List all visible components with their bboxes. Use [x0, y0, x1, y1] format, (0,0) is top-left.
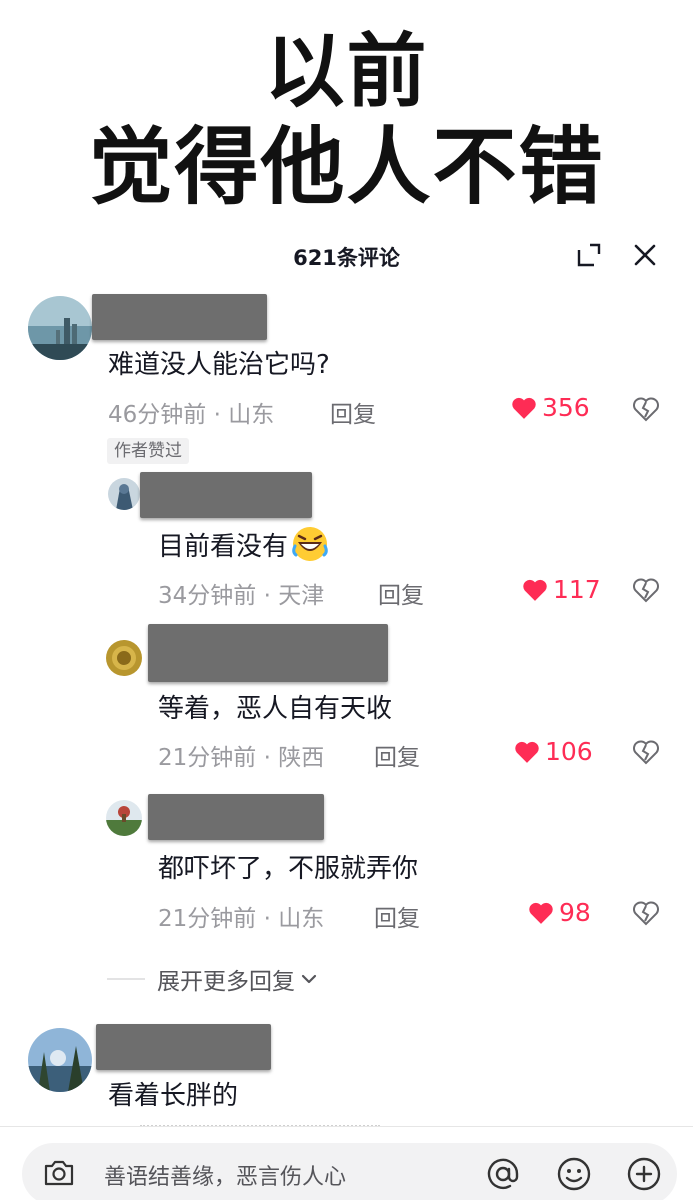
meta-separator: ·	[256, 583, 279, 609]
reply-text-content: 目前看没有	[158, 531, 289, 562]
like-button[interactable]: 117	[522, 575, 601, 604]
broken-heart-icon[interactable]	[632, 900, 660, 926]
like-count: 98	[559, 898, 591, 927]
emoji-icon[interactable]	[555, 1155, 593, 1193]
avatar[interactable]	[28, 296, 92, 360]
expand-more-label: 展开更多回复	[157, 969, 295, 995]
heart-icon	[523, 579, 547, 601]
comment-input-bar: 善语结善缘，恶言伤人心	[0, 1126, 693, 1200]
like-count: 117	[553, 575, 601, 604]
redacted-username	[140, 472, 312, 518]
reply-location: 天津	[278, 583, 325, 609]
meta-separator: ·	[256, 745, 279, 771]
reply-meta: 21分钟前 · 陕西	[158, 738, 324, 772]
avatar[interactable]	[108, 478, 140, 510]
redacted-username	[92, 294, 267, 340]
camera-icon[interactable]	[42, 1157, 76, 1189]
chevron-down-icon	[301, 974, 317, 984]
like-button[interactable]: 98	[528, 898, 591, 927]
headline-line-1: 以前	[264, 25, 429, 118]
comment-location: 山东	[228, 402, 275, 428]
reply-button[interactable]: 回复	[374, 899, 420, 933]
heart-icon	[529, 902, 553, 924]
reply-meta: 21分钟前 · 山东	[158, 899, 324, 933]
avatar[interactable]	[106, 800, 142, 836]
reply-location: 陕西	[278, 745, 325, 771]
reply-time: 34分钟前	[158, 583, 257, 609]
reply-time: 21分钟前	[158, 906, 257, 932]
comment-sheet-header: 621条评论	[0, 232, 693, 280]
meta-separator: ·	[256, 906, 279, 932]
reply-button[interactable]: 回复	[330, 395, 376, 429]
broken-heart-icon[interactable]	[632, 396, 660, 422]
meta-separator: ·	[206, 402, 229, 428]
comment-text: 难道没人能治它吗?	[108, 350, 330, 380]
broken-heart-icon[interactable]	[632, 739, 660, 765]
redacted-username	[148, 624, 388, 682]
input-placeholder: 善语结善缘，恶言伤人心	[104, 1165, 347, 1190]
reply-text: 等着，恶人自有天收	[158, 694, 393, 724]
redacted-username	[96, 1024, 271, 1070]
like-button[interactable]: 356	[511, 393, 590, 422]
divider	[107, 978, 145, 980]
plus-icon[interactable]	[625, 1155, 663, 1193]
redacted-username	[148, 794, 324, 840]
close-icon[interactable]	[630, 240, 660, 270]
heart-icon	[512, 397, 536, 419]
heart-icon	[515, 741, 539, 763]
reply-meta: 34分钟前 · 天津	[158, 576, 324, 610]
like-count: 356	[542, 393, 590, 422]
laughing-emoji-icon	[292, 527, 328, 561]
reply-time: 21分钟前	[158, 745, 257, 771]
at-mention-icon[interactable]	[484, 1155, 522, 1193]
reply-button[interactable]: 回复	[374, 738, 420, 772]
headline-line-2: 觉得他人不错	[88, 118, 605, 216]
comment-time: 46分钟前	[108, 402, 207, 428]
reply-location: 山东	[278, 906, 325, 932]
comment-text: 看着长胖的	[108, 1081, 239, 1111]
like-count: 106	[545, 737, 593, 766]
reply-button[interactable]: 回复	[378, 576, 424, 610]
author-liked-badge: 作者赞过	[107, 438, 189, 464]
reply-text: 都吓坏了，不服就弄你	[158, 854, 419, 884]
avatar[interactable]	[28, 1028, 92, 1092]
comment-input[interactable]: 善语结善缘，恶言伤人心	[22, 1143, 677, 1200]
broken-heart-icon[interactable]	[632, 577, 660, 603]
reply-text: 目前看没有	[158, 524, 330, 564]
expand-icon[interactable]	[574, 240, 604, 270]
avatar[interactable]	[106, 640, 142, 676]
like-button[interactable]: 106	[514, 737, 593, 766]
comment-meta: 46分钟前 · 山东	[108, 395, 274, 429]
expand-more-replies[interactable]: 展开更多回复	[107, 962, 319, 996]
